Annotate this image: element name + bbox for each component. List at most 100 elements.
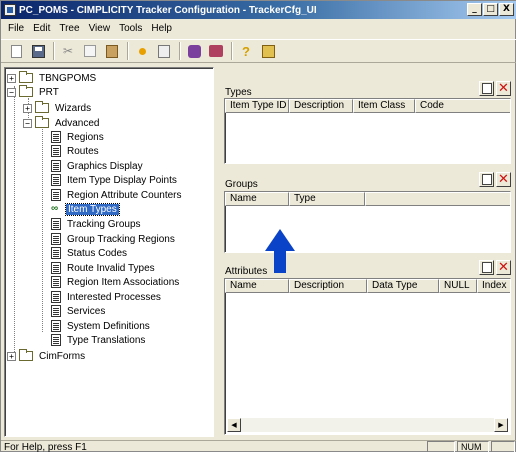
expand-icon[interactable]: + xyxy=(23,103,32,113)
dot-button[interactable] xyxy=(133,42,151,60)
tree-node-region-item-associations[interactable]: Region Item Associations xyxy=(51,275,181,289)
column-header-null[interactable]: NULL xyxy=(439,279,477,293)
title-bar[interactable]: PC_POMS - CIMPLICITY Tracker Configurati… xyxy=(1,1,516,19)
column-header-code[interactable]: Code xyxy=(415,99,510,113)
toolbar-separator xyxy=(179,42,181,60)
minimize-button[interactable]: _ xyxy=(467,3,482,16)
save-icon xyxy=(31,44,45,58)
cut-button[interactable]: ✂ xyxy=(59,42,77,60)
tree-node-region-attribute-counters[interactable]: Region Attribute Counters xyxy=(51,188,184,202)
filter-button[interactable] xyxy=(155,42,173,60)
scroll-track[interactable] xyxy=(241,418,494,432)
column-header-description[interactable]: Description xyxy=(289,279,367,293)
tree-node-prt[interactable]: − PRT xyxy=(7,85,61,99)
column-header-item-class[interactable]: Item Class xyxy=(353,99,415,113)
status-cell-empty xyxy=(427,441,455,452)
menu-view[interactable]: View xyxy=(86,23,117,34)
attributes-delete-button[interactable]: ✕ xyxy=(496,260,511,275)
attributes-buttons: ✕ xyxy=(479,260,511,275)
tree-node-item-type-display-points[interactable]: Item Type Display Points xyxy=(51,173,179,187)
tree-node-type-translations[interactable]: Type Translations xyxy=(51,333,147,347)
attributes-edit-button[interactable] xyxy=(479,260,494,275)
column-header-index[interactable]: Index xyxy=(477,279,510,293)
scroll-left-icon[interactable]: ◀ xyxy=(227,418,241,432)
menu-edit[interactable]: Edit xyxy=(30,23,56,34)
toolbar: ✂ ? xyxy=(1,39,516,63)
column-header-data-type[interactable]: Data Type xyxy=(367,279,439,293)
collapse-icon[interactable]: − xyxy=(7,87,16,97)
expand-icon[interactable]: + xyxy=(7,73,16,83)
tree-node-item-types[interactable]: ∞ Item Types xyxy=(51,202,120,216)
copy-button[interactable] xyxy=(81,42,99,60)
types-grid-header: Item Type ID Description Item Class Code xyxy=(225,99,510,113)
glasses-icon: ∞ xyxy=(51,203,59,214)
menu-file[interactable]: File xyxy=(5,23,30,34)
groups-delete-button[interactable]: ✕ xyxy=(496,172,511,187)
config-tree[interactable]: + TBNGPOMS − PRT + Wizards − Advanced Re… xyxy=(4,67,214,437)
cut-icon: ✂ xyxy=(62,44,74,58)
document-icon xyxy=(51,276,61,288)
menu-help[interactable]: Help xyxy=(148,23,178,34)
tree-node-tracking-groups[interactable]: Tracking Groups xyxy=(51,217,143,231)
window-title: PC_POMS - CIMPLICITY Tracker Configurati… xyxy=(19,4,317,16)
toolbar-separator xyxy=(127,42,129,60)
menu-tree[interactable]: Tree xyxy=(56,23,85,34)
tree-node-route-invalid-types[interactable]: Route Invalid Types xyxy=(51,261,157,275)
help-button[interactable]: ? xyxy=(237,42,255,60)
tree-node-routes[interactable]: Routes xyxy=(51,144,101,158)
attributes-grid-header: Name Description Data Type NULL Index xyxy=(225,279,510,293)
database-icon xyxy=(187,44,201,58)
close-button[interactable]: X xyxy=(499,3,514,16)
sheet-button[interactable] xyxy=(259,42,277,60)
attributes-grid[interactable]: Name Description Data Type NULL Index ◀ … xyxy=(224,278,511,435)
types-grid[interactable]: Item Type ID Description Item Class Code xyxy=(224,98,511,164)
annotation-arrow-head xyxy=(265,229,295,251)
document-icon xyxy=(51,218,61,230)
tree-node-graphics-display[interactable]: Graphics Display xyxy=(51,159,145,173)
tree-node-cimforms[interactable]: + CimForms xyxy=(7,349,87,363)
detail-area: Types ✕ Item Type ID Description Item Cl… xyxy=(221,67,513,437)
tree-node-advanced[interactable]: − Advanced xyxy=(23,116,101,130)
collapse-icon[interactable]: − xyxy=(23,118,32,128)
scroll-right-icon[interactable]: ▶ xyxy=(494,418,508,432)
types-delete-button[interactable]: ✕ xyxy=(496,81,511,96)
tree-node-system-definitions[interactable]: System Definitions xyxy=(51,319,152,333)
groups-buttons: ✕ xyxy=(479,172,511,187)
tree-node-services[interactable]: Services xyxy=(51,304,107,318)
menu-tools[interactable]: Tools xyxy=(116,23,148,34)
tree-node-tbngpoms[interactable]: + TBNGPOMS xyxy=(7,71,98,85)
app-icon[interactable] xyxy=(4,4,16,16)
database-connect-icon xyxy=(209,45,223,57)
document-icon xyxy=(51,131,61,143)
types-edit-button[interactable] xyxy=(479,81,494,96)
column-header-item-type-id[interactable]: Item Type ID xyxy=(225,99,289,113)
dot-icon xyxy=(138,47,146,55)
annotation-arrow-shaft xyxy=(274,251,286,273)
column-header-name[interactable]: Name xyxy=(225,279,289,293)
paste-icon xyxy=(106,44,118,58)
database-connect-button[interactable] xyxy=(207,42,225,60)
tree-node-group-tracking-regions[interactable]: Group Tracking Regions xyxy=(51,232,177,246)
toolbar-separator xyxy=(53,42,55,60)
horizontal-scrollbar[interactable]: ◀ ▶ xyxy=(227,418,508,432)
column-header-description[interactable]: Description xyxy=(289,99,353,113)
tree-node-interested-processes[interactable]: Interested Processes xyxy=(51,290,163,304)
column-header-type[interactable]: Type xyxy=(289,192,365,206)
expand-icon[interactable]: + xyxy=(7,351,16,361)
save-button[interactable] xyxy=(29,42,47,60)
new-button[interactable] xyxy=(7,42,25,60)
new-icon xyxy=(10,44,22,58)
maximize-button[interactable]: □ xyxy=(483,3,498,16)
tree-node-regions[interactable]: Regions xyxy=(51,130,106,144)
tree-node-status-codes[interactable]: Status Codes xyxy=(51,246,129,260)
document-icon xyxy=(51,174,61,186)
filter-icon xyxy=(158,44,170,58)
tree-connector xyxy=(42,126,43,332)
database-button[interactable] xyxy=(185,42,203,60)
paste-button[interactable] xyxy=(103,42,121,60)
groups-edit-button[interactable] xyxy=(479,172,494,187)
toolbar-separator xyxy=(231,42,233,60)
selected-node-label: Item Types xyxy=(65,202,120,216)
tree-node-wizards[interactable]: + Wizards xyxy=(23,101,93,115)
column-header-name[interactable]: Name xyxy=(225,192,289,206)
